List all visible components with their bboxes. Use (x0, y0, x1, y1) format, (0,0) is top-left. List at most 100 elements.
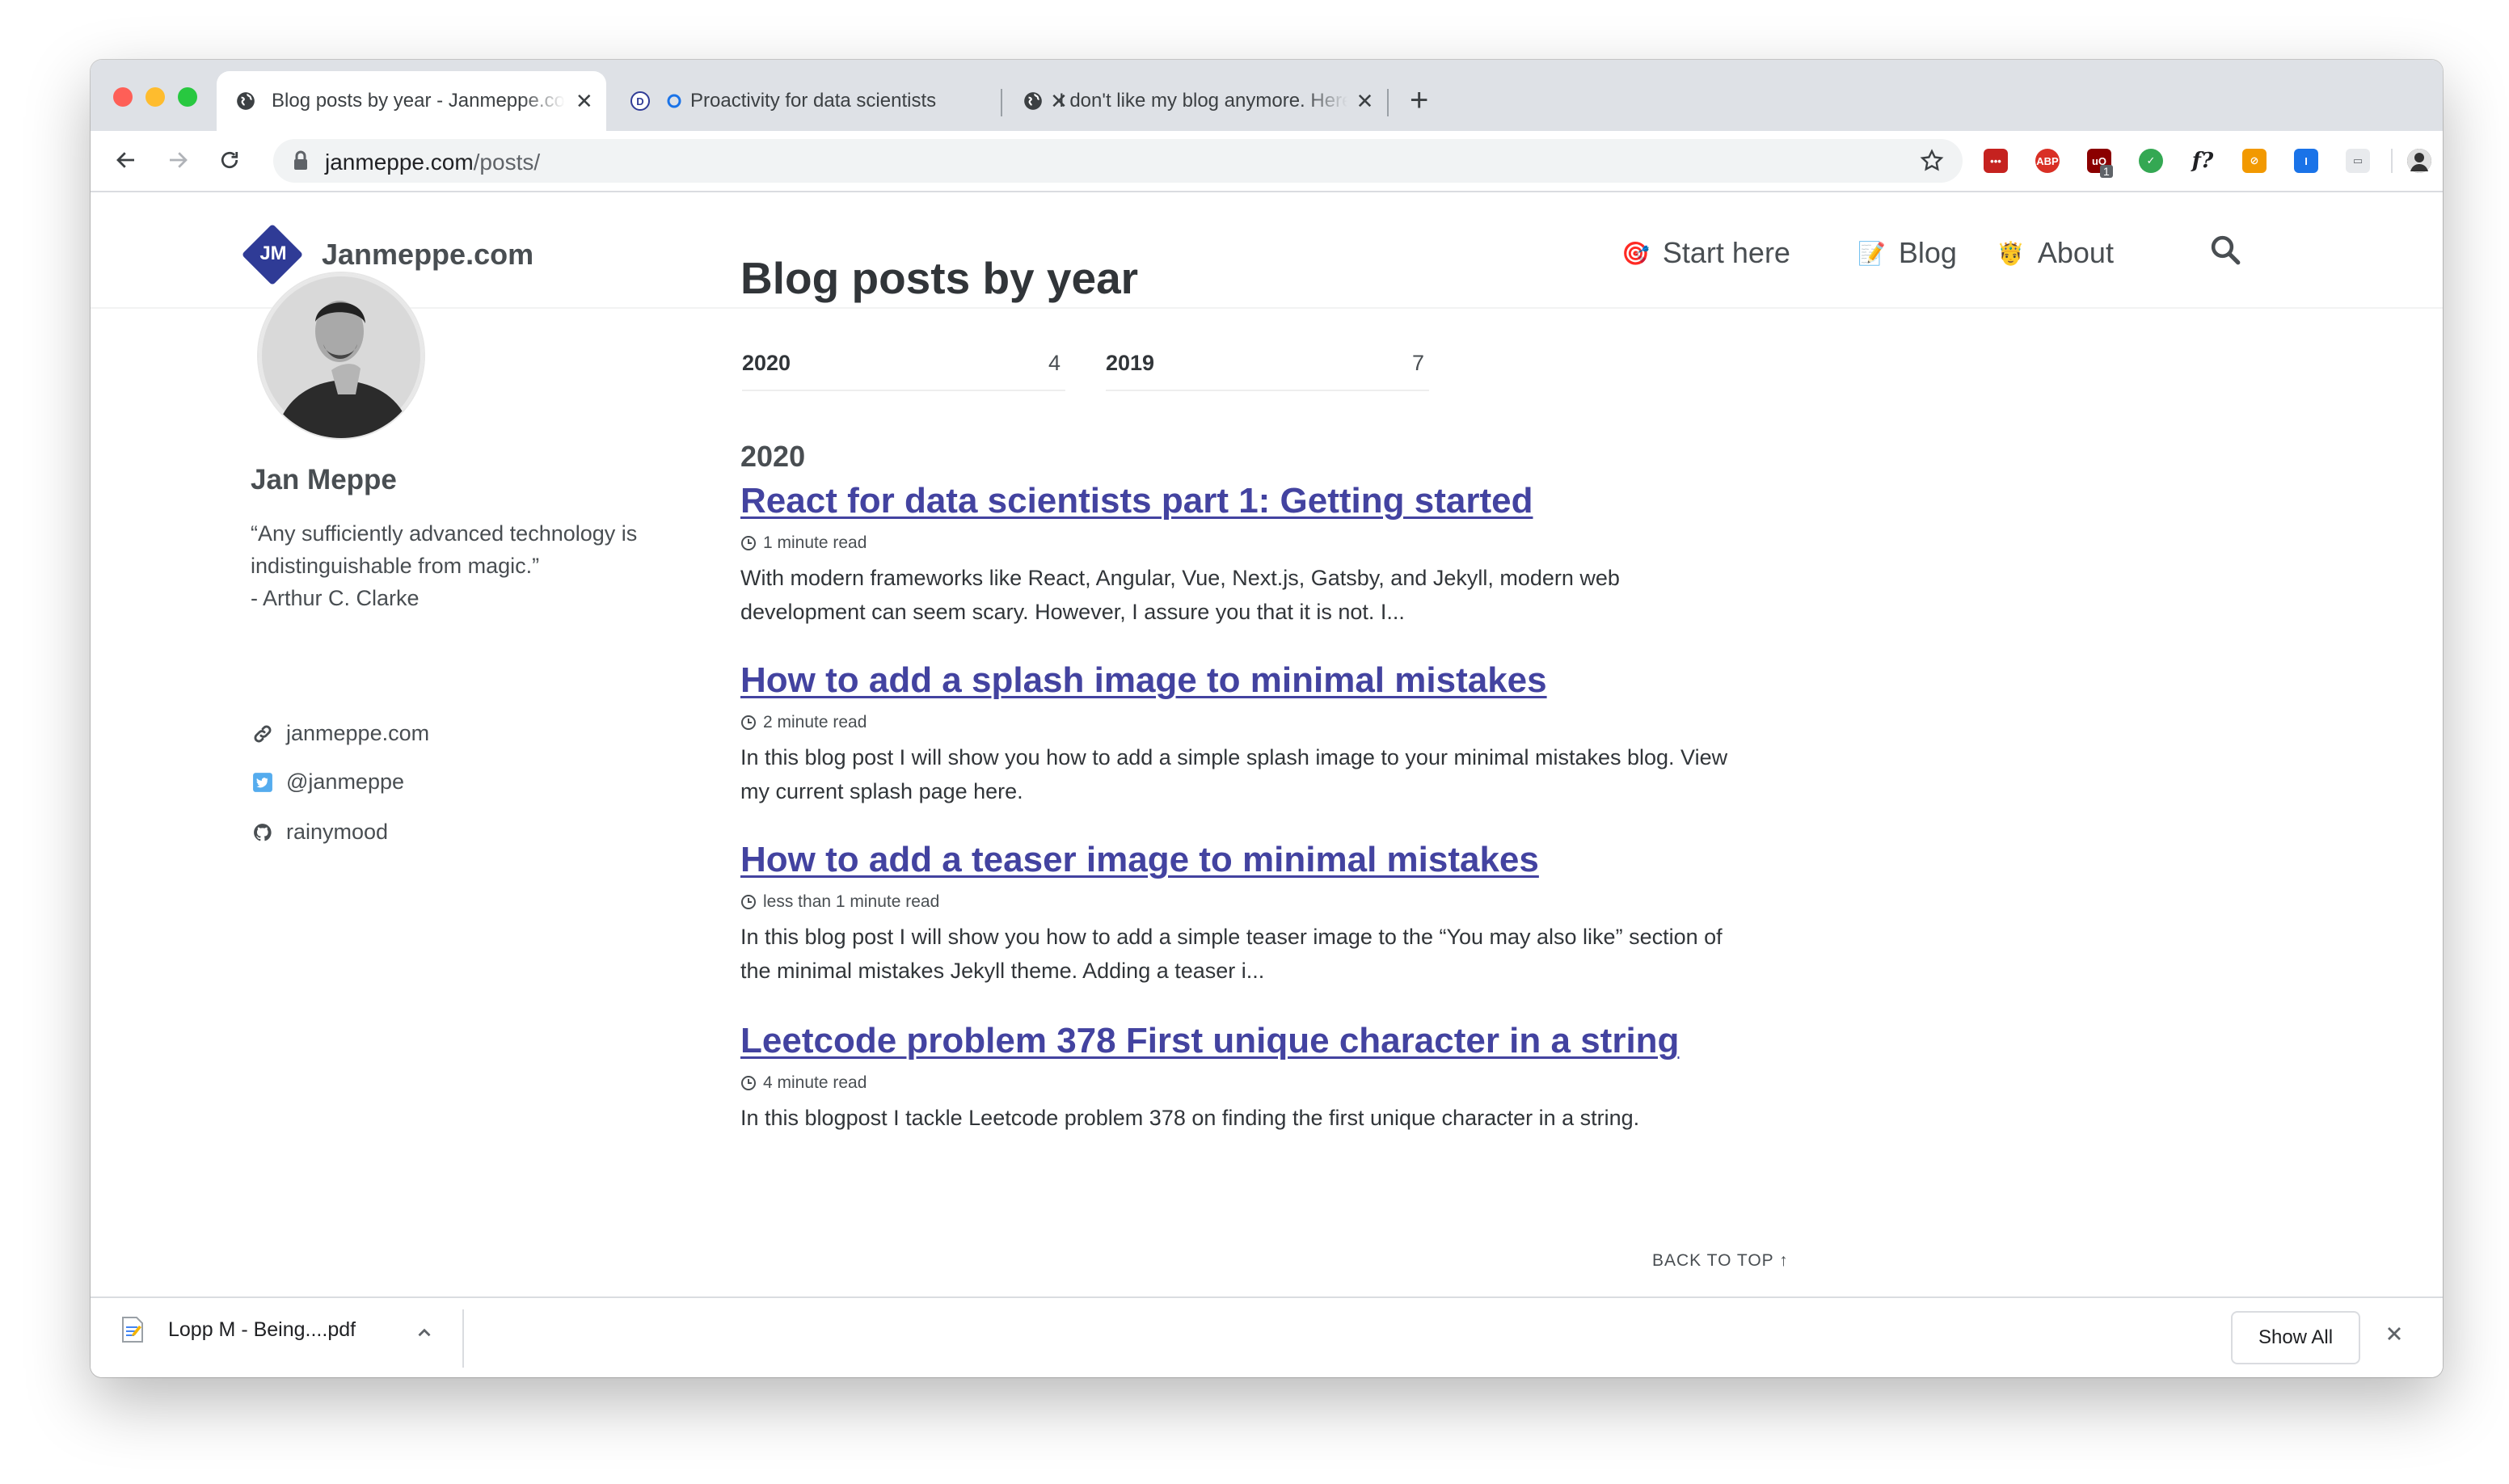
tab-separator (1387, 89, 1389, 116)
tab-title: Proactivity for data scientists (690, 90, 937, 112)
post-item: How to add a teaser image to minimal mis… (740, 837, 1807, 988)
year-count-2019[interactable]: 2019 7 (1106, 351, 1429, 391)
clock-icon (740, 1075, 757, 1091)
post-excerpt: With modern frameworks like React, Angul… (740, 561, 1807, 629)
year-count-2020[interactable]: 2020 4 (742, 351, 1065, 391)
search-icon[interactable] (2208, 233, 2242, 271)
new-tab-button[interactable]: + (1410, 81, 1428, 120)
nav-label: Start here (1662, 236, 1790, 269)
bio-line: “Any sufficiently advanced technology is (251, 521, 638, 546)
forward-button[interactable] (160, 142, 196, 178)
address-bar[interactable]: janmeppe.com/posts/ (273, 139, 1963, 183)
post-meta: 1 minute read (740, 533, 1807, 553)
read-time: less than 1 minute read (763, 892, 940, 911)
bookmark-star-icon[interactable] (1919, 148, 1945, 178)
download-item[interactable]: Lopp M - Being....pdf (121, 1316, 356, 1343)
excerpt-line: my current splash page here. (740, 779, 1023, 803)
excerpt-line: In this blog post I will show you how to… (740, 925, 1723, 949)
globe-icon (1022, 90, 1044, 112)
extension-badge: 1 (2100, 165, 2113, 178)
github-icon (251, 820, 275, 845)
read-time: 4 minute read (763, 1073, 867, 1092)
close-icon[interactable] (2383, 1322, 2406, 1349)
year-count: 4 (1048, 351, 1061, 375)
lock-icon[interactable] (293, 150, 309, 175)
excerpt-line: the minimal mistakes Jekyll theme. Addin… (740, 959, 1265, 983)
prince-icon: 🤴 (1997, 240, 2025, 266)
clock-icon (740, 535, 757, 551)
author-link-label: janmeppe.com (286, 721, 430, 745)
reload-icon (221, 151, 238, 169)
reload-button[interactable] (212, 142, 247, 178)
logo-initials: JM (259, 242, 287, 264)
year-label: 2019 (1106, 351, 1155, 375)
read-time: 1 minute read (763, 533, 867, 552)
tab-title: I don't like my blog anymore. Here is wh… (1059, 90, 1348, 112)
back-to-top-link[interactable]: BACK TO TOP ↑ (1652, 1251, 1789, 1271)
grammar-check-icon[interactable]: ✓ (2139, 149, 2163, 173)
post-item: How to add a splash image to minimal mis… (740, 658, 1807, 808)
adblock-plus-icon[interactable]: ABP (2035, 149, 2060, 173)
nav-label: Blog (1898, 236, 1957, 269)
d-icon: D (629, 90, 651, 112)
extension-orange-icon[interactable]: ⊘ (2242, 149, 2267, 173)
twitter-icon (251, 770, 275, 795)
site-title[interactable]: Janmeppe.com (322, 238, 533, 272)
browser-toolbar: janmeppe.com/posts/ ••• ABP uO 1 ✓ f? ⊘ … (91, 131, 2443, 192)
post-excerpt: In this blog post I will show you how to… (740, 920, 1807, 988)
url-text: janmeppe.com/posts/ (325, 150, 540, 175)
nav-about[interactable]: 🤴 About (1997, 236, 2114, 270)
document-icon (121, 1316, 144, 1343)
url-path: /posts/ (473, 150, 541, 175)
close-window-button[interactable] (113, 87, 133, 107)
target-icon: 🎯 (1621, 240, 1650, 266)
author-link-twitter[interactable]: @janmeppe (251, 769, 404, 795)
bio-line: indistinguishable from magic.” (251, 554, 540, 578)
arrow-right-icon (170, 152, 188, 168)
post-title-link[interactable]: React for data scientists part 1: Gettin… (740, 479, 1807, 524)
excerpt-line: With modern frameworks like React, Angul… (740, 566, 1620, 590)
excerpt-line: development can seem scary. However, I a… (740, 600, 1405, 624)
back-button[interactable] (108, 142, 144, 178)
close-tab-icon[interactable]: ✕ (573, 89, 595, 114)
tab-separator (1001, 89, 1002, 116)
chevron-up-icon[interactable] (414, 1322, 435, 1347)
download-file-name: Lopp M - Being....pdf (168, 1317, 356, 1341)
arrow-left-icon (116, 152, 134, 168)
url-domain: janmeppe.com (325, 150, 474, 175)
loading-icon (666, 90, 682, 112)
close-tab-icon[interactable]: ✕ (1356, 89, 1374, 114)
post-title-link[interactable]: Leetcode problem 378 First unique charac… (740, 1018, 1807, 1064)
author-avatar (257, 272, 425, 440)
profile-avatar[interactable] (2407, 149, 2431, 173)
author-link-github[interactable]: rainymood (251, 820, 388, 845)
tab-blog-posts[interactable]: Blog posts by year - Janmeppe.com ✕ (217, 71, 606, 131)
masthead: JM Janmeppe.com 🎯 Start here 📝 Blog 🤴 Ab… (91, 192, 2443, 309)
tab-dont-like-blog[interactable]: I don't like my blog anymore. Here is wh… (1004, 71, 1385, 131)
cast-icon[interactable]: ▭ (2346, 149, 2370, 173)
extension-red-icon[interactable]: ••• (1984, 149, 2008, 173)
post-meta: 2 minute read (740, 713, 1807, 732)
read-time: 2 minute read (763, 713, 867, 731)
minimize-window-button[interactable] (145, 87, 165, 107)
formula-icon[interactable]: f? (2191, 149, 2215, 173)
show-all-button[interactable]: Show All (2231, 1311, 2360, 1364)
year-heading: 2020 (740, 440, 806, 473)
post-item: React for data scientists part 1: Gettin… (740, 479, 1807, 629)
nav-start-here[interactable]: 🎯 Start here (1621, 236, 1790, 270)
page-title: Blog posts by year (740, 253, 1139, 303)
post-title-link[interactable]: How to add a teaser image to minimal mis… (740, 837, 1807, 883)
svg-text:D: D (636, 95, 643, 108)
maximize-window-button[interactable] (178, 87, 197, 107)
nav-blog[interactable]: 📝 Blog (1858, 236, 1957, 270)
bio-line: - Arthur C. Clarke (251, 586, 420, 610)
post-excerpt: In this blogpost I tackle Leetcode probl… (740, 1101, 1807, 1135)
author-bio: “Any sufficiently advanced technology is… (251, 517, 703, 614)
tab-strip: Blog posts by year - Janmeppe.com ✕ D Pr… (91, 60, 2443, 131)
extension-blue-icon[interactable]: I (2294, 149, 2318, 173)
author-link-label: rainymood (286, 820, 389, 844)
author-link-website[interactable]: janmeppe.com (251, 721, 429, 746)
post-meta: 4 minute read (740, 1073, 1807, 1093)
year-label: 2020 (742, 351, 791, 375)
post-title-link[interactable]: How to add a splash image to minimal mis… (740, 658, 1807, 703)
